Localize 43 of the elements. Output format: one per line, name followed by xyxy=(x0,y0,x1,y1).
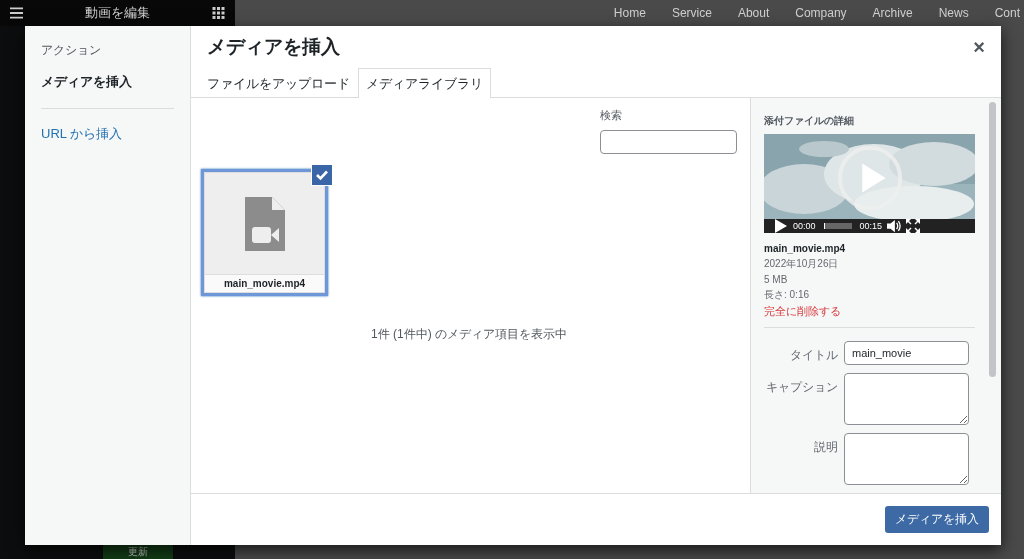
menu-icon[interactable] xyxy=(10,7,23,19)
nav-link[interactable]: News xyxy=(938,6,969,20)
tab[interactable]: ファイルをアップロード xyxy=(199,68,358,98)
search-field[interactable] xyxy=(600,130,737,154)
delete-link[interactable]: 完全に削除する xyxy=(764,304,987,319)
nav-link[interactable]: About xyxy=(737,6,770,20)
update-button[interactable]: 更新 xyxy=(102,545,173,559)
file-size: 5 MB xyxy=(764,274,789,285)
tab[interactable]: メディアライブラリ xyxy=(358,68,491,98)
file-name: main_movie.mp4 xyxy=(204,275,325,293)
nav-link[interactable]: Cont xyxy=(994,6,1020,20)
progress-track[interactable] xyxy=(823,223,852,229)
upload-date: 2022年10月26日 xyxy=(764,257,840,271)
scrollbar-thumb[interactable] xyxy=(989,102,996,377)
grid-icon[interactable] xyxy=(212,7,225,19)
insert-button[interactable]: メディアを挿入 xyxy=(885,506,989,533)
duration: 00:15 xyxy=(859,221,883,231)
text-area[interactable] xyxy=(844,433,969,485)
field-label: キャプション xyxy=(765,379,838,396)
item-count: 1件 (1件中) のメディア項目を表示中 xyxy=(371,326,567,343)
search-label: 検索 xyxy=(600,108,623,123)
field-label: 説明 xyxy=(813,439,838,456)
check-icon[interactable] xyxy=(311,164,333,186)
nav-link[interactable]: Company xyxy=(795,6,847,20)
field-label: タイトル xyxy=(789,347,838,364)
fullscreen-icon[interactable] xyxy=(906,219,921,233)
dialog-title: メディアを挿入 xyxy=(207,35,340,59)
nav-link[interactable]: Archive xyxy=(872,6,913,20)
title-field[interactable]: main_movie xyxy=(844,341,969,365)
close-button[interactable]: × xyxy=(973,35,985,59)
file-name: main_movie.mp4 xyxy=(764,243,847,254)
nav-link[interactable]: Home xyxy=(613,6,646,20)
current-time: 00:00 xyxy=(793,221,816,231)
menu-item[interactable]: URL から挿入 xyxy=(41,125,174,143)
video-length: 長さ: 0:16 xyxy=(764,288,811,302)
menu-item[interactable]: メディアを挿入 xyxy=(41,73,174,91)
details-heading: 添付ファイルの詳細 xyxy=(764,114,855,128)
nav-link[interactable]: Service xyxy=(671,6,712,20)
text-area[interactable] xyxy=(844,373,969,425)
menu-heading: アクション xyxy=(41,42,102,59)
video-file-icon xyxy=(244,196,285,251)
volume-icon[interactable] xyxy=(887,219,902,233)
panel-title: 動画を編集 xyxy=(85,4,150,22)
